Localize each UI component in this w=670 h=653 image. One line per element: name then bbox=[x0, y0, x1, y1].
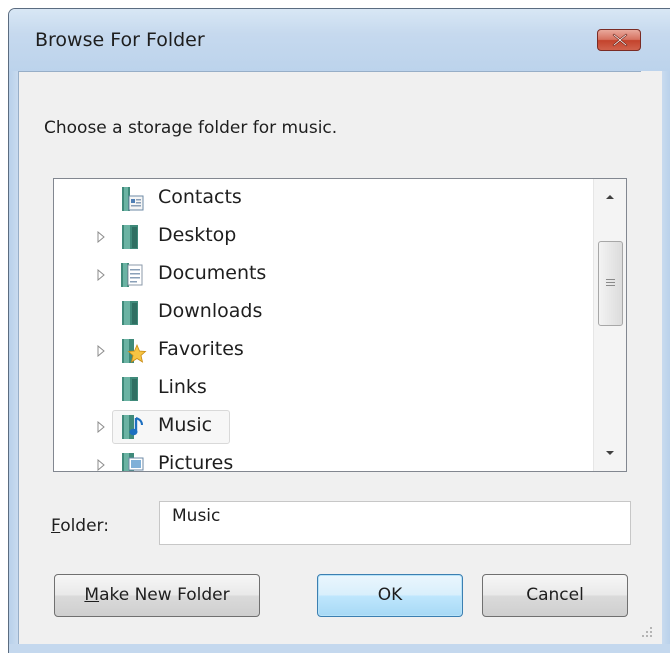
favorites-folder-icon bbox=[122, 339, 147, 363]
documents-folder-icon bbox=[121, 263, 143, 287]
tree-item-label: Links bbox=[158, 376, 207, 398]
make-new-folder-label-rest: ake New Folder bbox=[99, 585, 230, 605]
tree-item-label: Music bbox=[158, 414, 213, 436]
tree-item-label: Favorites bbox=[158, 338, 244, 360]
dialog-title: Browse For Folder bbox=[35, 29, 205, 51]
resize-grip-icon[interactable] bbox=[640, 625, 654, 639]
tree-item-downloads[interactable]: Downloads bbox=[54, 294, 594, 332]
pictures-folder-icon bbox=[122, 453, 144, 471]
expand-triangle-icon[interactable] bbox=[96, 231, 106, 243]
window-frame-left bbox=[9, 71, 18, 653]
folder-tree[interactable]: Contacts Desktop Documents Downloads Fav… bbox=[53, 178, 627, 472]
close-icon bbox=[612, 33, 628, 47]
folder-icon bbox=[122, 301, 138, 325]
make-new-folder-button[interactable]: Make New Folder bbox=[54, 574, 260, 617]
folder-label-rest: older: bbox=[60, 516, 109, 536]
scroll-up-arrow-icon[interactable] bbox=[602, 191, 618, 203]
folder-field-label: Folder: bbox=[51, 516, 109, 536]
expand-triangle-icon[interactable] bbox=[96, 345, 106, 357]
contacts-folder-icon bbox=[122, 187, 144, 211]
tree-item-music[interactable]: Music bbox=[54, 408, 594, 446]
expand-triangle-icon[interactable] bbox=[96, 269, 106, 281]
scroll-thumb[interactable] bbox=[598, 241, 623, 326]
tree-item-contacts[interactable]: Contacts bbox=[54, 180, 594, 218]
title-bar[interactable]: Browse For Folder bbox=[9, 9, 670, 71]
window-frame-right bbox=[662, 71, 670, 653]
folder-icon bbox=[122, 225, 138, 249]
grip-lines-icon bbox=[606, 279, 615, 286]
music-folder-icon bbox=[122, 415, 143, 439]
tree-item-links[interactable]: Links bbox=[54, 370, 594, 408]
folder-icon bbox=[122, 377, 138, 401]
tree-item-favorites[interactable]: Favorites bbox=[54, 332, 594, 370]
close-button[interactable] bbox=[597, 29, 641, 51]
expand-triangle-icon[interactable] bbox=[96, 459, 106, 471]
tree-item-label: Downloads bbox=[158, 300, 263, 322]
folder-input[interactable] bbox=[159, 501, 631, 545]
tree-item-label: Contacts bbox=[158, 186, 242, 208]
access-key-f: F bbox=[51, 516, 61, 536]
tree-item-desktop[interactable]: Desktop bbox=[54, 218, 594, 256]
scroll-down-arrow-icon[interactable] bbox=[602, 447, 618, 459]
tree-item-label: Desktop bbox=[158, 224, 237, 246]
dialog-prompt: Choose a storage folder for music. bbox=[44, 118, 338, 138]
cancel-button[interactable]: Cancel bbox=[482, 574, 628, 617]
access-key-m: M bbox=[84, 585, 100, 605]
tree-item-label: Documents bbox=[158, 262, 267, 284]
tree-item-pictures[interactable]: Pictures bbox=[54, 446, 594, 472]
tree-item-label: Pictures bbox=[158, 452, 234, 472]
vertical-scrollbar[interactable] bbox=[593, 179, 626, 471]
ok-button[interactable]: OK bbox=[317, 574, 463, 617]
tree-item-documents[interactable]: Documents bbox=[54, 256, 594, 294]
expand-triangle-icon[interactable] bbox=[96, 421, 106, 433]
